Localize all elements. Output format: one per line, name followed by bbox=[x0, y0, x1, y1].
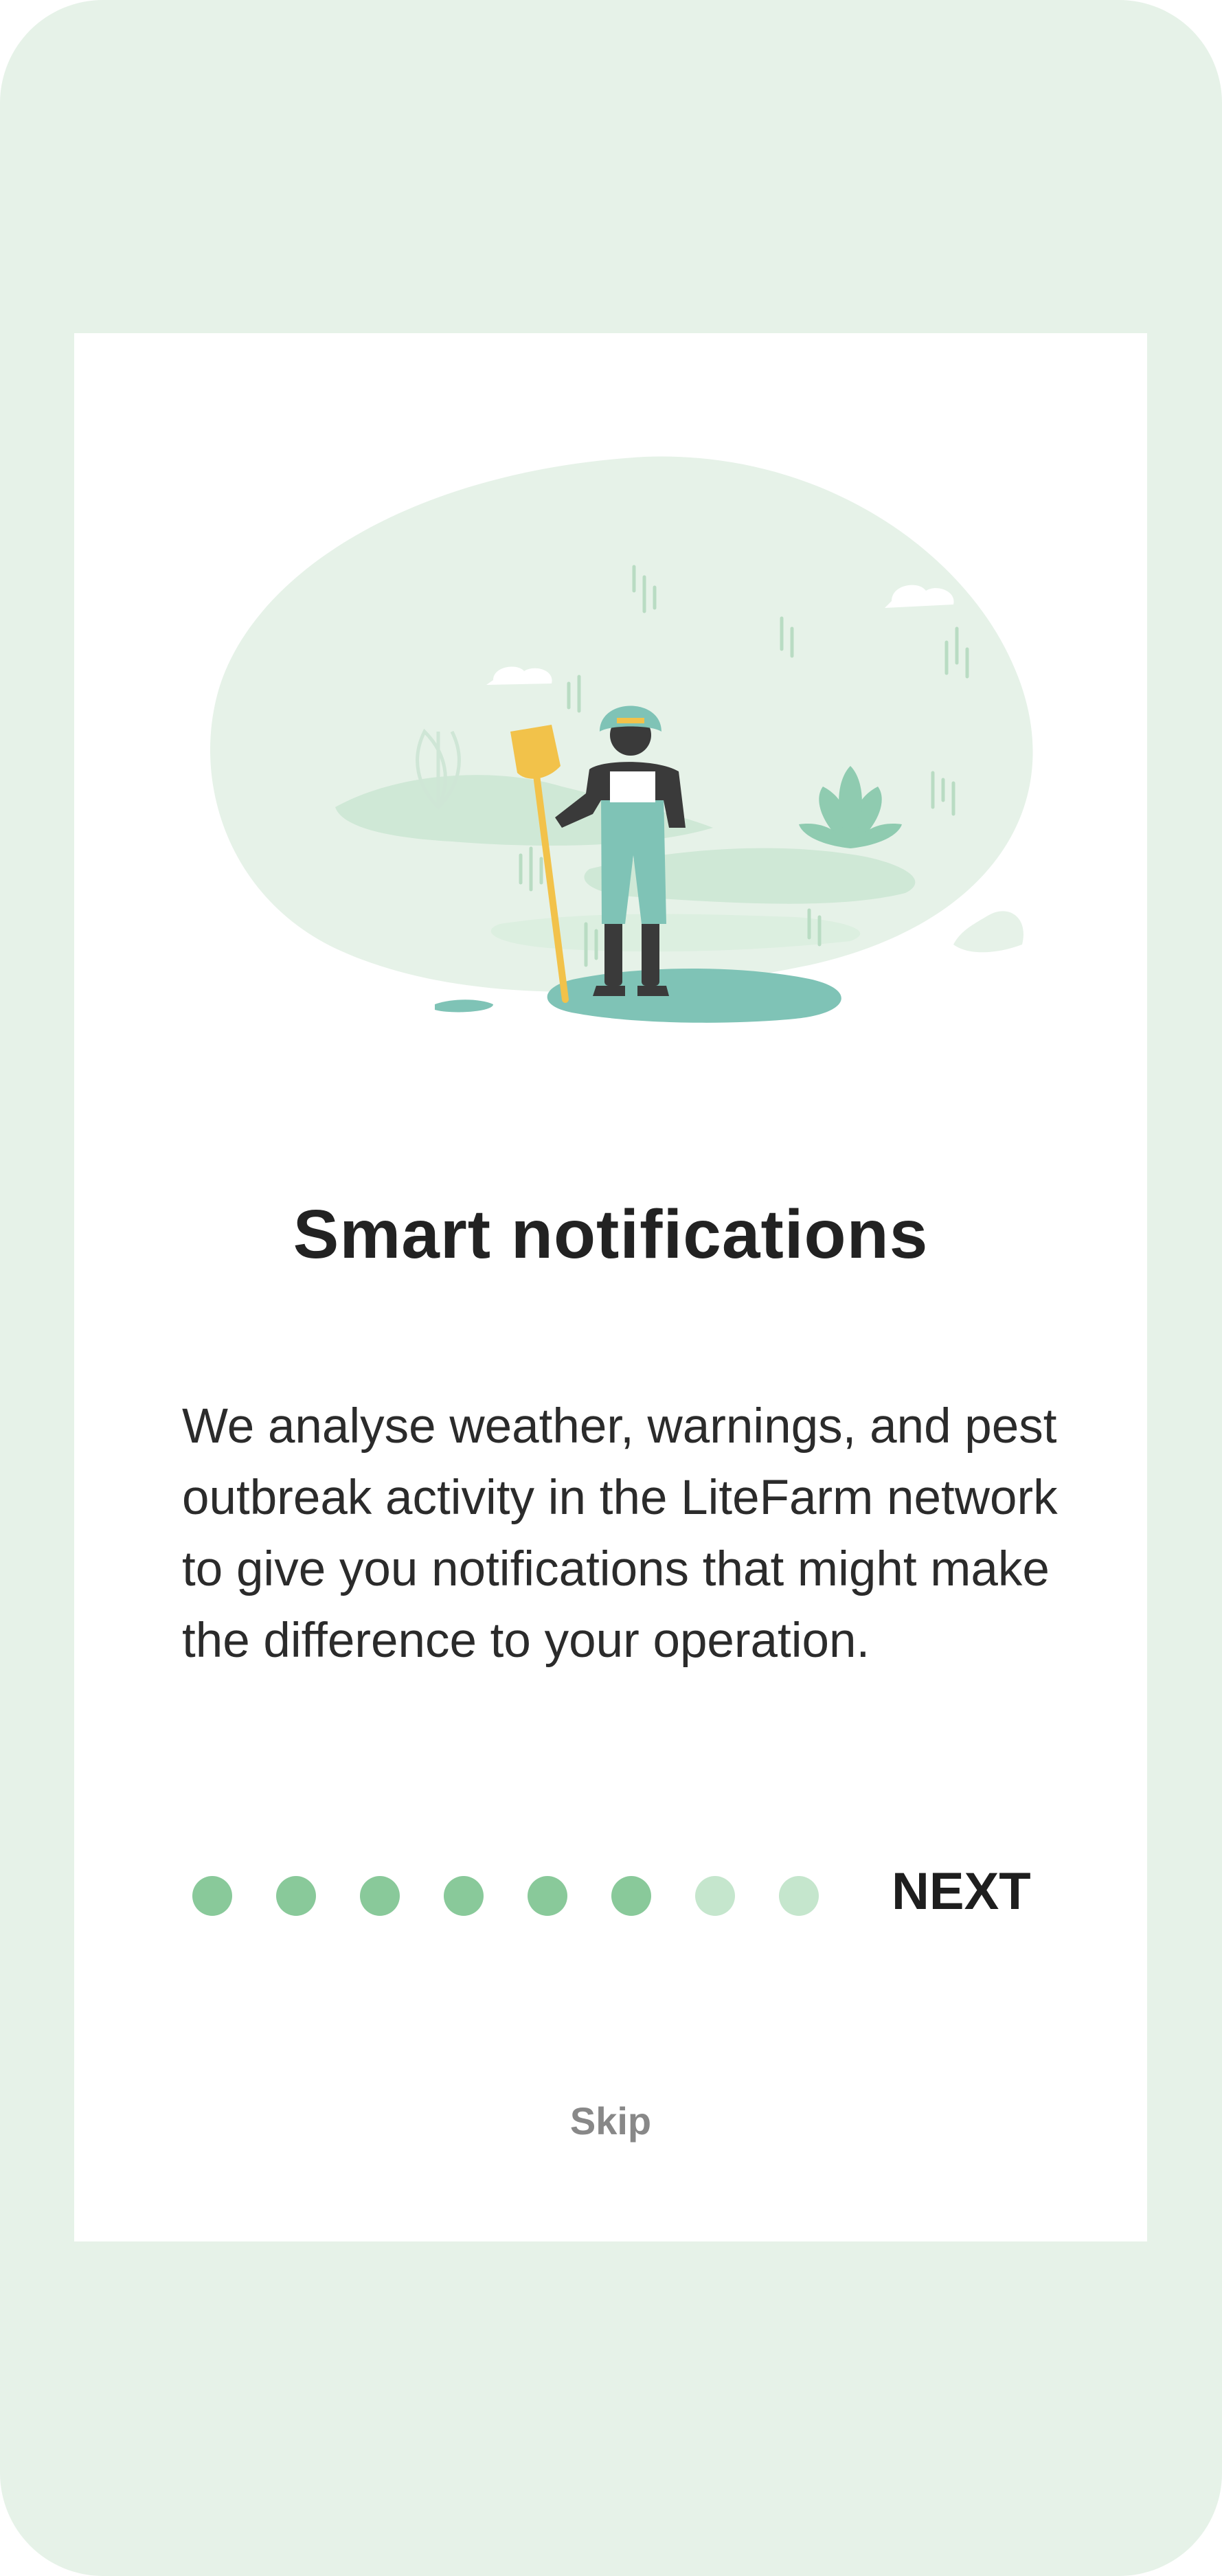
farmer-illustration bbox=[205, 443, 1077, 1109]
pagination-dot bbox=[611, 1876, 651, 1916]
skip-link[interactable]: Skip bbox=[74, 2099, 1147, 2143]
pagination-dot bbox=[695, 1876, 735, 1916]
onboarding-card: Smart notifications We analyse weather, … bbox=[74, 333, 1147, 2241]
onboarding-title: Smart notifications bbox=[293, 1196, 929, 1273]
pagination-dot bbox=[444, 1876, 484, 1916]
pagination-dot bbox=[528, 1876, 567, 1916]
pagination-dot bbox=[192, 1876, 232, 1916]
phone-frame: Smart notifications We analyse weather, … bbox=[0, 0, 1222, 2576]
next-button[interactable]: NEXT bbox=[892, 1862, 1031, 1921]
pagination-dots bbox=[192, 1876, 819, 1916]
pagination-dot bbox=[779, 1876, 819, 1916]
pagination-dot bbox=[360, 1876, 400, 1916]
pagination-dot bbox=[276, 1876, 316, 1916]
onboarding-description: We analyse weather, warnings, and pest o… bbox=[182, 1399, 1058, 1668]
